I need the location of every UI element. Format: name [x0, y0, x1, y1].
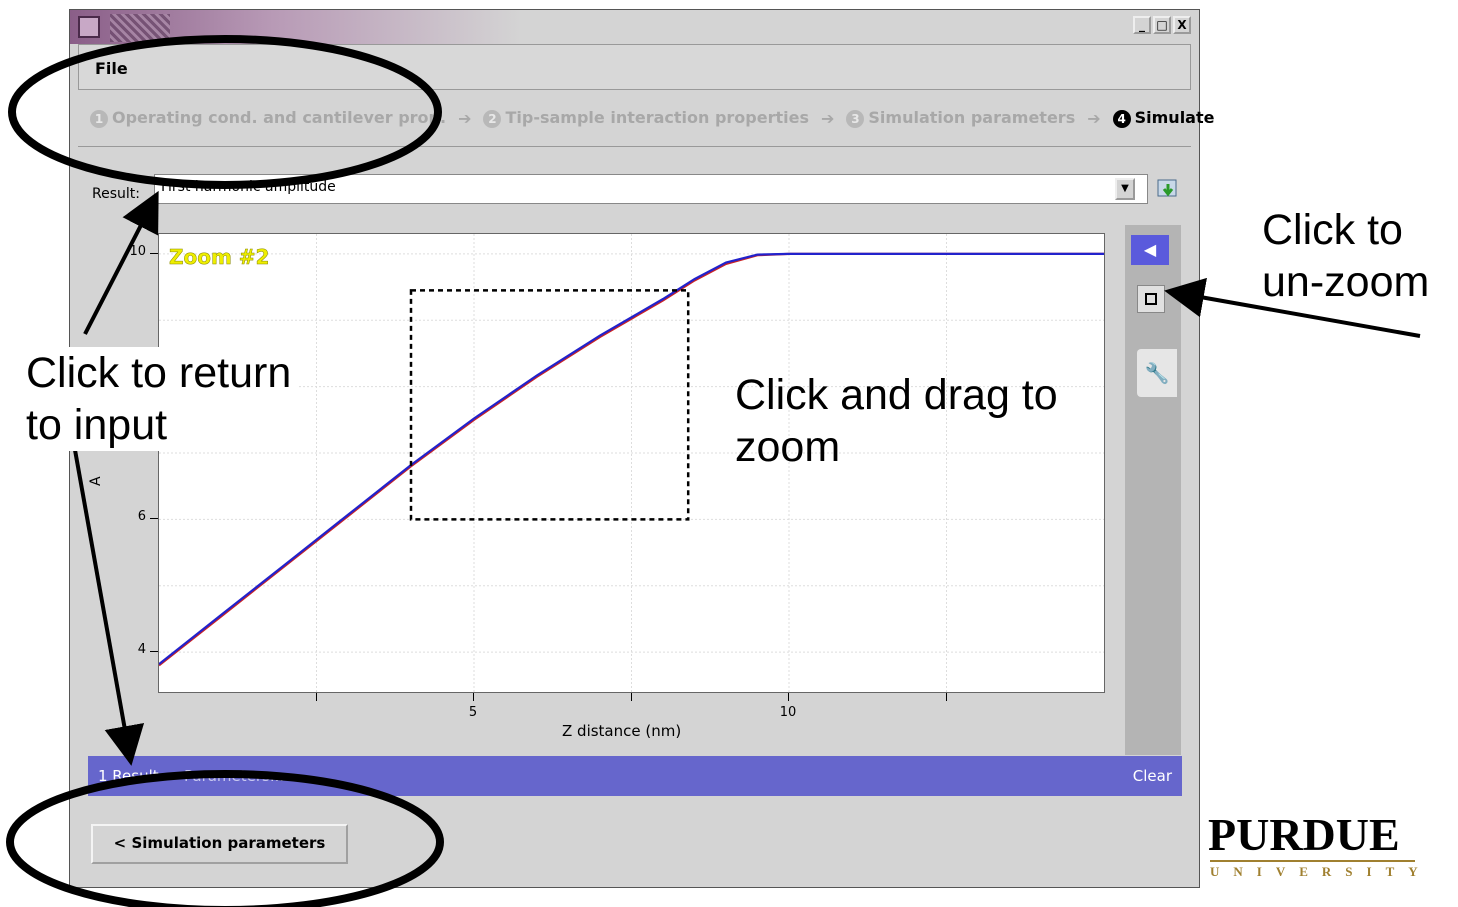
highlight-ellipse-back: [6, 770, 444, 907]
annotation-unzoom-line1: Click to: [1262, 206, 1403, 254]
annotation-return-line1: Click to return: [26, 349, 292, 397]
annotation-unzoom: Click to un-zoom: [1262, 204, 1429, 308]
arrow-to-result: [83, 190, 159, 335]
annotation-return-line2: to input: [26, 401, 168, 449]
purdue-logo-sub: UNIVERSITY: [1210, 860, 1418, 880]
purdue-logo: PURDUE: [1208, 809, 1400, 860]
annotation-drag-line1: Click and drag to: [735, 371, 1058, 419]
arrow-to-result-bar: [73, 449, 145, 766]
annotation-unzoom-line2: un-zoom: [1262, 258, 1430, 306]
annotation-overlay: [6, 35, 1421, 907]
highlight-ellipse-steps: [8, 35, 442, 189]
annotation-drag-line2: zoom: [735, 423, 841, 471]
annotation-return: Click to return to input: [26, 347, 298, 451]
annotation-drag: Click and drag to zoom: [735, 369, 1058, 473]
